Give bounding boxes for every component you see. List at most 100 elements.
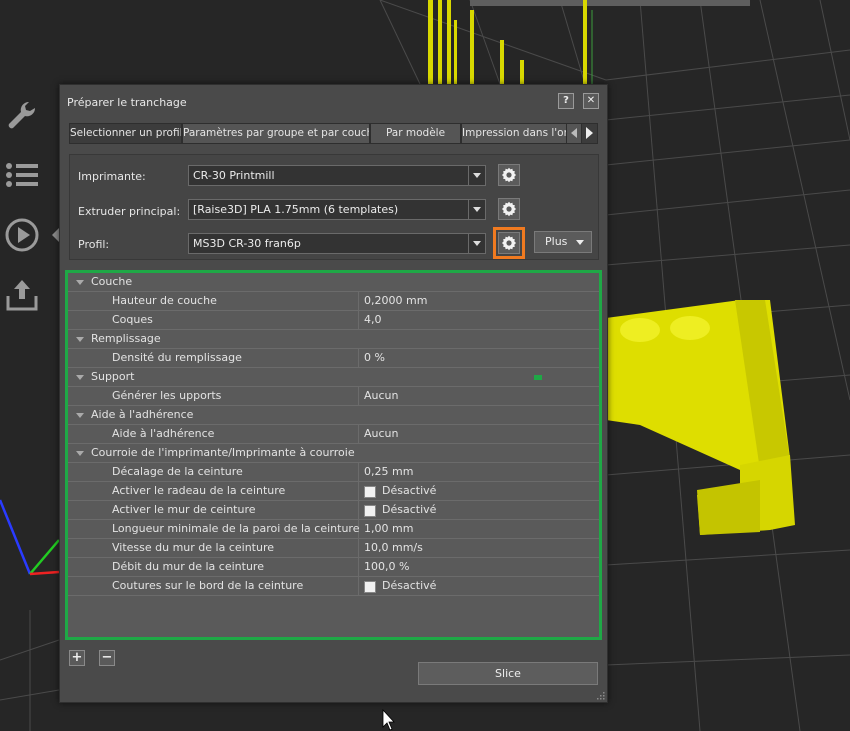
tab-bar: Selectionner un profil Paramètres par gr… bbox=[69, 123, 598, 144]
chevron-down-icon bbox=[468, 166, 485, 185]
column-divider bbox=[358, 558, 359, 576]
setting-checkbox[interactable] bbox=[364, 505, 376, 517]
setting-checkbox[interactable] bbox=[364, 486, 376, 498]
setting-value: Désactivé bbox=[382, 503, 437, 516]
column-divider bbox=[358, 501, 359, 519]
settings-row[interactable]: Activer le radeau de la ceinture Désactiv… bbox=[68, 482, 599, 501]
profile-select[interactable]: MS3D CR-30 fran6p bbox=[188, 233, 486, 254]
setting-value[interactable]: 0,25 mm bbox=[364, 463, 413, 481]
collapse-triangle-icon[interactable] bbox=[76, 451, 84, 456]
column-divider bbox=[358, 425, 359, 443]
printer-settings-button[interactable] bbox=[498, 164, 520, 186]
setting-value[interactable]: Aucun bbox=[364, 387, 399, 405]
profile-label: Profil: bbox=[78, 238, 110, 251]
more-dropdown-button[interactable]: Plus bbox=[534, 231, 592, 253]
profile-settings-button[interactable] bbox=[493, 227, 525, 259]
collapse-triangle-icon[interactable] bbox=[76, 280, 84, 285]
tab-per-model[interactable]: Par modèle bbox=[370, 123, 461, 144]
settings-row[interactable]: Débit du mur de la ceinture 100,0 % bbox=[68, 558, 599, 577]
setting-value[interactable]: 1,00 mm bbox=[364, 520, 413, 538]
category-name: Courroie de l'imprimante/Imprimante à co… bbox=[91, 446, 355, 459]
settings-row[interactable]: Coutures sur le bord de la ceinture Désac… bbox=[68, 577, 599, 596]
setting-name: Vitesse du mur de la ceinture bbox=[112, 541, 275, 554]
settings-tree: Couche Hauteur de couche 0,2000 mm Coques 4,… bbox=[65, 270, 602, 640]
settings-row[interactable]: Densité du remplissage 0 % bbox=[68, 349, 599, 368]
chevron-down-icon bbox=[576, 240, 584, 245]
category-name: Aide à l'adhérence bbox=[91, 408, 194, 421]
setting-name: Générer les upports bbox=[112, 389, 222, 402]
column-divider bbox=[358, 463, 359, 481]
setting-value[interactable]: 100,0 % bbox=[364, 558, 409, 576]
setting-name: Coques bbox=[112, 313, 153, 326]
printer-select[interactable]: CR-30 Printmill bbox=[188, 165, 486, 186]
resize-grip-icon[interactable] bbox=[596, 691, 605, 700]
setting-name: Densité du remplissage bbox=[112, 351, 242, 364]
printer-select-value: CR-30 Printmill bbox=[193, 169, 275, 182]
settings-row[interactable]: Coques 4,0 bbox=[68, 311, 599, 330]
column-divider bbox=[358, 292, 359, 310]
category-name: Couche bbox=[91, 275, 133, 288]
column-divider bbox=[358, 577, 359, 595]
setting-value[interactable]: 0 % bbox=[364, 349, 385, 367]
setting-value: Désactivé bbox=[382, 579, 437, 592]
column-divider bbox=[358, 482, 359, 500]
setting-name: Activer le radeau de la ceinture bbox=[112, 484, 286, 497]
setting-checkbox[interactable] bbox=[364, 581, 376, 593]
more-label: Plus bbox=[545, 235, 568, 248]
setting-name: Débit du mur de la ceinture bbox=[112, 560, 264, 573]
extruder-select[interactable]: [Raise3D] PLA 1.75mm (6 templates) bbox=[188, 199, 486, 220]
tab-scroll-right[interactable] bbox=[581, 123, 598, 144]
settings-row[interactable]: Longueur minimale de la paroi de la cein… bbox=[68, 520, 599, 539]
tab-print-order[interactable]: Impression dans l'ord bbox=[461, 123, 567, 144]
settings-category-row[interactable]: Couche bbox=[68, 273, 599, 292]
extruder-label: Extruder principal: bbox=[78, 205, 181, 218]
status-indicator bbox=[534, 375, 542, 380]
settings-category-row[interactable]: Aide à l'adhérence bbox=[68, 406, 599, 425]
profile-selection-panel: Imprimante: CR-30 Printmill Extruder pri… bbox=[69, 154, 599, 260]
collapse-triangle-icon[interactable] bbox=[76, 375, 84, 380]
setting-value[interactable]: Aucun bbox=[364, 425, 399, 443]
extruder-settings-button[interactable] bbox=[498, 198, 520, 220]
chevron-left-icon bbox=[571, 128, 577, 138]
close-button[interactable]: ✕ bbox=[583, 93, 599, 109]
category-name: Support bbox=[91, 370, 135, 383]
settings-row[interactable]: Vitesse du mur de la ceinture 10,0 mm/s bbox=[68, 539, 599, 558]
collapse-triangle-icon[interactable] bbox=[76, 337, 84, 342]
settings-row[interactable]: Générer les upports Aucun bbox=[68, 387, 599, 406]
category-name: Remplissage bbox=[91, 332, 161, 345]
gear-icon bbox=[502, 235, 516, 251]
setting-value: Désactivé bbox=[382, 484, 437, 497]
tab-group-layer-settings[interactable]: Paramètres par groupe et par couche bbox=[182, 123, 370, 144]
settings-row[interactable]: Décalage de la ceinture 0,25 mm bbox=[68, 463, 599, 482]
profile-select-value: MS3D CR-30 fran6p bbox=[193, 237, 301, 250]
setting-name: Longueur minimale de la paroi de la cein… bbox=[112, 522, 360, 535]
setting-name: Coutures sur le bord de la ceinture bbox=[112, 579, 304, 592]
setting-name: Aide à l'adhérence bbox=[112, 427, 215, 440]
setting-value[interactable]: 4,0 bbox=[364, 311, 382, 329]
gear-icon bbox=[502, 167, 516, 183]
slice-preparation-dialog: Préparer le tranchage ? ✕ Selectionner u… bbox=[59, 84, 608, 703]
wrench-icon[interactable] bbox=[2, 95, 42, 135]
tab-scroll-left[interactable] bbox=[566, 123, 582, 144]
slice-button[interactable]: Slice bbox=[418, 662, 598, 685]
collapse-triangle-icon[interactable] bbox=[76, 413, 84, 418]
setting-name: Décalage de la ceinture bbox=[112, 465, 243, 478]
setting-name: Hauteur de couche bbox=[112, 294, 217, 307]
setting-value[interactable]: 0,2000 mm bbox=[364, 292, 427, 310]
settings-row[interactable]: Aide à l'adhérence Aucun bbox=[68, 425, 599, 444]
list-icon[interactable] bbox=[2, 155, 42, 195]
settings-category-row[interactable]: Remplissage bbox=[68, 330, 599, 349]
setting-value[interactable]: 10,0 mm/s bbox=[364, 539, 423, 557]
upload-icon[interactable] bbox=[2, 275, 42, 315]
settings-category-row[interactable]: Support bbox=[68, 368, 599, 387]
printer-label: Imprimante: bbox=[78, 170, 146, 183]
help-button[interactable]: ? bbox=[558, 93, 574, 109]
remove-button[interactable]: − bbox=[99, 650, 115, 666]
settings-category-row[interactable]: Courroie de l'imprimante/Imprimante à co… bbox=[68, 444, 599, 463]
settings-row[interactable]: Hauteur de couche 0,2000 mm bbox=[68, 292, 599, 311]
play-icon[interactable] bbox=[2, 215, 42, 255]
settings-row[interactable]: Activer le mur de ceinture Désactivé bbox=[68, 501, 599, 520]
tab-select-profile[interactable]: Selectionner un profil bbox=[69, 123, 182, 144]
chevron-right-icon bbox=[586, 127, 593, 139]
add-button[interactable]: + bbox=[69, 650, 85, 666]
